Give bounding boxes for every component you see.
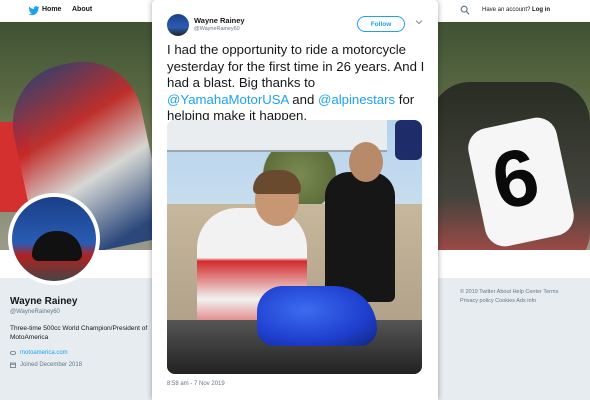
profile-website-row[interactable]: motoamerica.com [10,350,150,356]
photo-helmet [395,120,422,160]
profile-joined-row: Joined December 2018 [10,362,150,368]
twitter-bird-icon[interactable] [28,5,40,17]
chevron-down-icon[interactable] [415,18,423,26]
number-plate-digit: 6 [484,130,547,227]
profile-bio: Three-time 500cc World Champion/Presiden… [10,325,148,341]
tweet-author-handle[interactable]: @WayneRainey60 [194,26,240,32]
tweet-text: I had the opportunity to ride a motorcyc… [167,42,429,125]
nav-about-link[interactable]: About [72,6,92,13]
link-icon [10,351,16,355]
tweet-text-part-2: and [288,91,318,107]
photo-blue-fuel-tank [257,286,377,346]
photo-man-head [349,142,383,182]
tweet-author-name[interactable]: Wayne Rainey [194,16,245,25]
profile-handle[interactable]: @WayneRainey60 [10,309,150,315]
mention-yamaha-link[interactable]: @YamahaMotorUSA [167,92,289,107]
account-prompt: Have an account? Log in [482,7,550,13]
tweet-text-part-1: I had the opportunity to ride a motorcyc… [167,42,425,90]
footer-line-1[interactable]: © 2019 Twitter About Help Center Terms [460,288,580,297]
login-link[interactable]: Log in [532,7,550,13]
search-icon[interactable] [460,5,470,15]
tweet-photo[interactable] [167,120,422,374]
nav-home-link[interactable]: Home [42,6,61,13]
tweet-timestamp[interactable]: 8:58 am - 7 Nov 2019 [167,381,225,387]
account-prompt-text: Have an account? [482,7,531,13]
follow-button[interactable]: Follow [357,16,405,32]
photo-man-black-shirt [325,172,395,302]
tweet-modal: Wayne Rainey @WayneRainey60 Follow I had… [152,0,438,400]
profile-name[interactable]: Wayne Rainey [10,296,150,307]
footer-line-2[interactable]: Privacy policy Cookies Ads info [460,297,580,306]
photo-rider-hair [253,170,301,194]
tweet-author-avatar[interactable] [167,14,189,36]
profile-avatar[interactable] [8,193,100,285]
profile-joined-text: Joined December 2018 [20,362,83,368]
avatar-motorcycle [32,231,82,261]
profile-sidebar: Wayne Rainey @WayneRainey60 Three-time 5… [10,296,150,368]
profile-website-link[interactable]: motoamerica.com [20,350,68,356]
calendar-icon [10,362,16,368]
footer-links: © 2019 Twitter About Help Center Terms P… [460,288,580,306]
mention-alpinestars-link[interactable]: @alpinestars [318,92,395,107]
